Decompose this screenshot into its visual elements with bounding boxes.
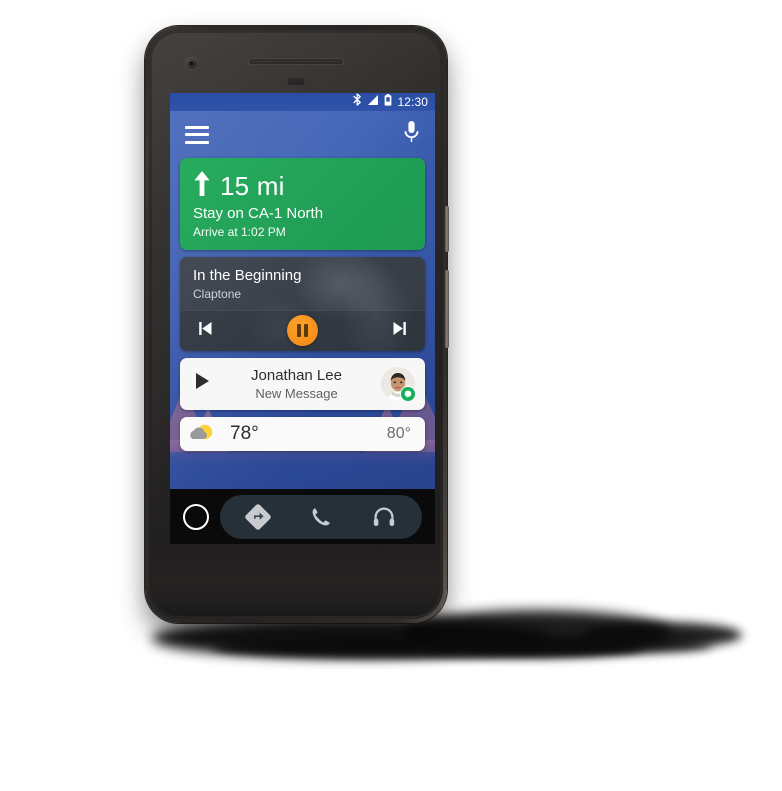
navigation-instruction: Stay on CA-1 North	[193, 205, 324, 222]
message-subtitle: New Message	[255, 385, 338, 401]
message-notification-card[interactable]: Jonathan Lee New Message	[180, 357, 425, 410]
weather-card[interactable]: 78° 80°	[180, 416, 425, 451]
arrow-up-icon	[193, 170, 211, 202]
shadow-blob	[212, 638, 642, 658]
smartphone-device: 12:30 15 mi Stay on CA-1 North Arrive at…	[145, 26, 449, 623]
earpiece-speaker	[247, 58, 345, 65]
microphone-icon[interactable]	[403, 120, 420, 149]
home-circle-icon[interactable]	[183, 503, 209, 530]
proximity-sensor	[286, 77, 306, 86]
navigation-diamond-icon[interactable]	[240, 499, 276, 535]
status-bar: 12:30	[170, 93, 435, 111]
nav-pill	[220, 494, 422, 539]
media-player-card[interactable]: In the Beginning Claptone	[180, 257, 425, 351]
volume-rocker-button[interactable]	[445, 270, 449, 348]
shadow-blob	[482, 636, 712, 654]
bottom-navigation-bar	[170, 489, 435, 544]
phone-frame: 12:30 15 mi Stay on CA-1 North Arrive at…	[149, 30, 443, 619]
message-sender-name: Jonathan Lee	[251, 366, 342, 384]
pause-icon[interactable]	[287, 315, 318, 347]
app-bar	[170, 111, 435, 158]
status-bar-clock: 12:30	[397, 95, 428, 109]
hangouts-badge-icon	[400, 385, 416, 402]
media-info: In the Beginning Claptone	[180, 257, 425, 310]
front-camera-icon	[185, 57, 198, 70]
skip-previous-icon[interactable]	[196, 319, 215, 343]
phone-icon[interactable]	[303, 499, 339, 535]
media-artist-name: Claptone	[193, 286, 242, 301]
battery-icon	[384, 93, 392, 111]
signal-icon	[367, 93, 379, 111]
shadow-blob	[582, 622, 742, 648]
navigation-eta: Arrive at 1:02 PM	[193, 225, 286, 239]
power-button[interactable]	[445, 206, 449, 252]
play-triangle-icon[interactable]	[194, 371, 212, 396]
shadow-blob	[152, 618, 552, 658]
weather-high-temperature: 80°	[386, 424, 411, 442]
phone-screen: 12:30 15 mi Stay on CA-1 North Arrive at…	[170, 93, 435, 544]
hamburger-menu-icon[interactable]	[185, 125, 209, 144]
weather-current-temperature: 78°	[230, 422, 259, 444]
phone-front-face: 12:30 15 mi Stay on CA-1 North Arrive at…	[152, 33, 440, 616]
partly-cloudy-icon	[190, 421, 216, 446]
navigation-distance: 15 mi	[220, 171, 285, 201]
card-stack: 15 mi Stay on CA-1 North Arrive at 1:02 …	[170, 158, 435, 544]
phone-bottom-bezel	[152, 544, 440, 616]
bluetooth-icon	[353, 93, 362, 111]
skip-next-icon[interactable]	[390, 319, 409, 343]
shadow-blob	[402, 610, 672, 656]
media-track-title: In the Beginning	[193, 267, 302, 284]
message-text: Jonathan Lee New Message	[212, 367, 381, 401]
navigation-distance-row: 15 mi	[193, 170, 412, 202]
navigation-card[interactable]: 15 mi Stay on CA-1 North Arrive at 1:02 …	[180, 158, 425, 250]
media-controls	[180, 309, 425, 351]
avatar	[381, 366, 416, 402]
headphones-icon[interactable]	[366, 499, 402, 535]
